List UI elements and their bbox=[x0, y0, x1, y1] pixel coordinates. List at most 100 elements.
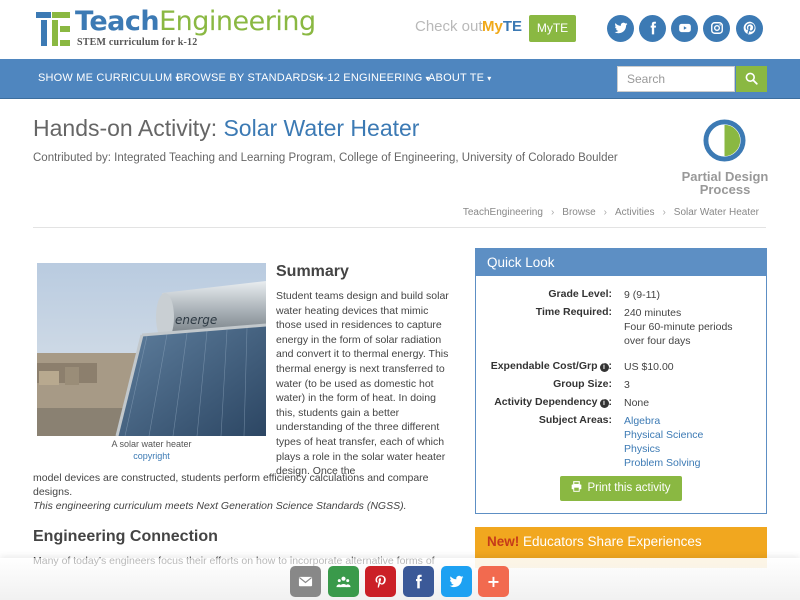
search-icon bbox=[745, 72, 758, 85]
email-share-button[interactable] bbox=[290, 566, 321, 597]
classroom-icon bbox=[336, 576, 351, 588]
subject-link-physics[interactable]: Physics bbox=[624, 442, 754, 456]
subject-link-algebra[interactable]: Algebra bbox=[624, 414, 754, 428]
nav-label: ABOUT TE bbox=[428, 72, 485, 84]
nav-label: BROWSE BY STANDARDS bbox=[176, 72, 317, 84]
breadcrumb-teachengineering[interactable]: TeachEngineering bbox=[463, 207, 543, 218]
myte-my-text: My bbox=[482, 18, 503, 35]
subject-areas-row: Subject Areas: Algebra Physical Science … bbox=[476, 414, 766, 472]
activity-dependency-row: Activity Dependency i: None bbox=[476, 396, 766, 410]
classroom-share-button[interactable] bbox=[328, 566, 359, 597]
search-input[interactable] bbox=[617, 66, 735, 92]
chevron-down-icon: ▾ bbox=[487, 74, 492, 83]
twitter-icon[interactable] bbox=[607, 15, 634, 42]
dependency-value: None bbox=[624, 397, 650, 409]
breadcrumb-browse[interactable]: Browse bbox=[562, 207, 595, 218]
new-badge: New! bbox=[487, 534, 520, 549]
summary-text: Student teams design and build solar wat… bbox=[276, 290, 449, 478]
summary-heading: Summary bbox=[276, 263, 349, 280]
logo-wordmark[interactable]: TeachEngineering bbox=[75, 6, 316, 37]
divider bbox=[33, 227, 766, 228]
pinterest-icon[interactable] bbox=[736, 15, 763, 42]
tank-brand-text: energe bbox=[175, 313, 217, 327]
quick-look-heading: Quick Look bbox=[476, 249, 766, 276]
contributed-by: Contributed by: Integrated Teaching and … bbox=[33, 152, 618, 164]
title-activity-name: Solar Water Heater bbox=[223, 115, 420, 141]
checkout-text: Check out bbox=[415, 18, 483, 35]
cost-row: Expendable Cost/Grp i: US $10.00 bbox=[476, 360, 766, 374]
nav-show-me-curriculum[interactable]: SHOW ME CURRICULUM ▾ bbox=[38, 72, 180, 84]
dependency-label: Activity Dependency i: bbox=[494, 396, 612, 408]
share-bar bbox=[0, 558, 800, 600]
info-icon[interactable]: i bbox=[599, 363, 609, 372]
myte-button[interactable]: MyTE bbox=[529, 15, 576, 42]
subject-areas-label: Subject Areas: bbox=[538, 414, 612, 426]
subject-areas-list: Algebra Physical Science Physics Problem… bbox=[624, 414, 754, 470]
chevron-right-icon: › bbox=[662, 207, 666, 218]
more-share-button[interactable]: + bbox=[478, 566, 509, 597]
summary-text-continued: model devices are constructed, students … bbox=[33, 472, 429, 499]
group-size-label: Group Size: bbox=[553, 378, 612, 390]
info-icon[interactable]: i bbox=[599, 399, 609, 408]
educators-share-text: Educators Share Experiences bbox=[519, 534, 702, 549]
time-required-row: Time Required: 240 minutes Four 60-minute… bbox=[476, 306, 766, 350]
nav-about-te[interactable]: ABOUT TE ▾ bbox=[428, 72, 491, 84]
facebook-share-button[interactable] bbox=[403, 566, 434, 597]
photo-caption: A solar water heater bbox=[111, 439, 192, 449]
twitter-icon bbox=[449, 575, 464, 588]
print-button-label: Print this activity bbox=[587, 482, 671, 494]
nav-browse-by-standards[interactable]: BROWSE BY STANDARDS ▾ bbox=[176, 72, 324, 84]
subject-link-problem-solving[interactable]: Problem Solving bbox=[624, 456, 754, 470]
grade-level-value: 9 (9-11) bbox=[624, 289, 660, 301]
breadcrumb-current: Solar Water Heater bbox=[673, 207, 759, 218]
myte-te-text: TE bbox=[502, 18, 523, 35]
ngss-note: This engineering curriculum meets Next G… bbox=[33, 500, 407, 512]
partial-design-process-icon[interactable] bbox=[703, 119, 746, 162]
time-required-value: 240 minutes Four 60-minute periods over f… bbox=[624, 306, 754, 348]
photo-copyright-link[interactable]: copyright bbox=[37, 451, 266, 461]
engineering-connection-heading: Engineering Connection bbox=[33, 528, 218, 545]
design-process-label[interactable]: Partial Design Process bbox=[667, 170, 783, 196]
nav-label: K-12 ENGINEERING bbox=[316, 72, 423, 84]
nav-label: SHOW ME CURRICULUM bbox=[38, 72, 173, 84]
logo-engineering-text: Engineering bbox=[159, 6, 316, 37]
email-icon bbox=[298, 576, 313, 587]
pinterest-share-button[interactable] bbox=[365, 566, 396, 597]
page-title: Hands-on Activity: Solar Water Heater bbox=[33, 115, 419, 142]
pinterest-icon bbox=[375, 575, 386, 589]
teachengineering-logo-icon[interactable] bbox=[36, 12, 70, 46]
time-periods: Four 60-minute periods over four days bbox=[624, 321, 733, 347]
search-button[interactable] bbox=[736, 66, 767, 92]
myte-brand[interactable]: MyTE bbox=[482, 18, 522, 35]
facebook-icon[interactable] bbox=[639, 15, 666, 42]
breadcrumb: TeachEngineering › Browse › Activities › Solar… bbox=[459, 207, 763, 218]
group-size-value: 3 bbox=[624, 379, 630, 391]
chevron-right-icon: › bbox=[603, 207, 607, 218]
solar-heater-photo[interactable]: energe bbox=[37, 263, 266, 436]
facebook-icon bbox=[416, 574, 422, 589]
breadcrumb-activities[interactable]: Activities bbox=[615, 207, 654, 218]
time-minutes: 240 minutes bbox=[624, 307, 682, 319]
instagram-icon[interactable] bbox=[703, 15, 730, 42]
dependency-label-text: Activity Dependency bbox=[494, 396, 598, 408]
grade-level-label: Grade Level: bbox=[548, 288, 612, 300]
cost-label: Expendable Cost/Grp i: bbox=[490, 360, 612, 372]
twitter-share-button[interactable] bbox=[441, 566, 472, 597]
youtube-icon[interactable] bbox=[671, 15, 698, 42]
print-icon bbox=[572, 481, 582, 492]
subject-link-physical-science[interactable]: Physical Science bbox=[624, 428, 754, 442]
cost-value: US $10.00 bbox=[624, 361, 674, 373]
print-activity-button[interactable]: Print this activity bbox=[560, 476, 682, 501]
chevron-right-icon: › bbox=[550, 207, 555, 218]
grade-level-row: Grade Level: 9 (9-11) bbox=[476, 288, 766, 302]
time-required-label: Time Required: bbox=[535, 306, 612, 318]
title-prefix: Hands-on Activity: bbox=[33, 115, 224, 141]
cost-label-text: Expendable Cost/Grp bbox=[490, 360, 598, 372]
nav-k12-engineering[interactable]: K-12 ENGINEERING ▾ bbox=[316, 72, 430, 84]
educators-share-banner[interactable]: New! Educators Share Experiences bbox=[475, 527, 767, 558]
logo-tagline: STEM curriculum for k-12 bbox=[77, 37, 198, 48]
top-header: TeachEngineering STEM curriculum for k-1… bbox=[0, 0, 800, 59]
logo-teach-text: Teach bbox=[75, 6, 160, 37]
more-icon: + bbox=[486, 572, 501, 591]
quick-look-panel: Quick Look Grade Level: 9 (9-11) Time Re… bbox=[475, 248, 767, 514]
